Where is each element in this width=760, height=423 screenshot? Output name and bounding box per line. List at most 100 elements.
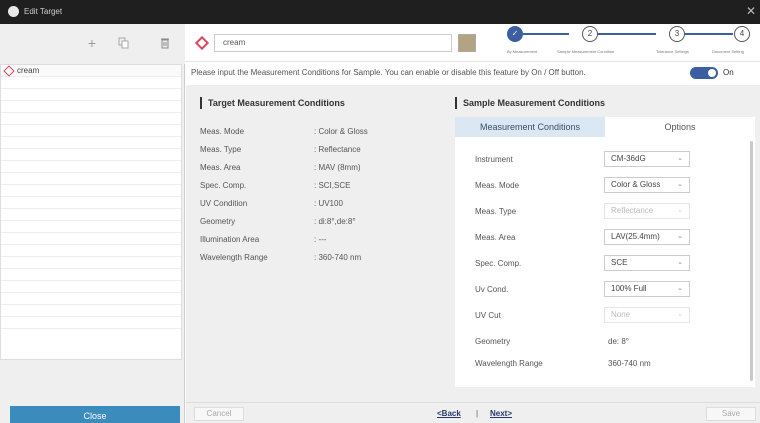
instruction-text: Please input the Measurement Conditions … <box>191 68 586 77</box>
list-item-empty <box>1 137 181 149</box>
form-label: UV Cut <box>475 311 501 320</box>
list-item-empty <box>1 77 181 89</box>
list-item-label: cream <box>17 66 40 75</box>
list-item-empty <box>1 125 181 137</box>
trash-icon[interactable] <box>155 34 175 52</box>
list-item-empty <box>1 89 181 101</box>
sample-diamond-icon <box>194 35 210 51</box>
step-3[interactable]: 3 <box>669 26 685 42</box>
list-item-empty <box>1 185 181 197</box>
chevron-down-icon: ⌄ <box>677 259 683 266</box>
form-label: Meas. Type <box>475 207 517 216</box>
list-item-empty <box>1 317 181 329</box>
instrument-select[interactable]: CM-36dG ⌄ <box>604 151 690 167</box>
wizard-steps: ✓ 2 3 4 By Measurement Sample Measuremen… <box>505 24 760 62</box>
next-link[interactable]: Next> <box>490 409 512 418</box>
title-bar: Edit Target ✕ <box>0 0 760 24</box>
step-3-label: Tolerance Settings <box>656 49 689 54</box>
select-value: LAV(25.4mm) <box>611 232 660 241</box>
step-connector <box>685 33 733 35</box>
chevron-down-icon: ⌄ <box>677 181 683 188</box>
close-button[interactable]: Close <box>10 406 180 423</box>
spec-comp-select[interactable]: SCE ⌄ <box>604 255 690 271</box>
list-item-empty <box>1 149 181 161</box>
footer-bar: Cancel <Back | Next> Save <box>186 402 760 423</box>
list-item-empty <box>1 269 181 281</box>
target-row-value: : --- <box>314 235 327 244</box>
list-item-empty <box>1 113 181 125</box>
tab-measurement-conditions[interactable]: Measurement Conditions <box>455 117 605 137</box>
uv-cond-select[interactable]: 100% Full ⌄ <box>604 281 690 297</box>
list-item[interactable]: cream <box>1 65 181 77</box>
geometry-value: de: 8° <box>608 337 629 346</box>
target-row-value: : Reflectance <box>314 145 361 154</box>
chevron-down-icon: ⌄ <box>677 207 683 214</box>
tab-options[interactable]: Options <box>605 117 755 137</box>
window-title: Edit Target <box>24 7 63 16</box>
nav-separator: | <box>476 409 479 418</box>
toggle-knob <box>708 69 716 77</box>
sidebar-toolbar: + <box>0 24 185 64</box>
list-item-empty <box>1 281 181 293</box>
form-label: Meas. Mode <box>475 181 520 190</box>
list-item-empty <box>1 245 181 257</box>
wavelength-value: 360-740 nm <box>608 359 651 368</box>
target-name-input[interactable]: cream <box>214 34 452 52</box>
list-item-empty <box>1 257 181 269</box>
select-value: Reflectance <box>611 206 654 215</box>
form-label: Wavelength Range <box>475 359 543 368</box>
app-icon <box>8 6 19 17</box>
list-item-empty <box>1 221 181 233</box>
step-4-label: Document Setting <box>712 49 744 54</box>
form-label: Spec. Comp. <box>475 259 522 268</box>
target-row-value: : 360-740 nm <box>314 253 362 262</box>
step-connector <box>523 33 569 35</box>
copy-icon[interactable] <box>114 34 134 52</box>
plus-icon[interactable]: + <box>82 34 102 52</box>
back-link[interactable]: <Back <box>437 409 461 418</box>
cancel-button[interactable]: Cancel <box>194 407 244 421</box>
enable-toggle[interactable] <box>690 67 718 79</box>
sample-conditions-title: Sample Measurement Conditions <box>455 97 605 109</box>
target-row-label: UV Condition <box>200 199 248 208</box>
form-scrollbar[interactable] <box>750 141 753 381</box>
target-list: cream <box>0 64 182 360</box>
list-item-empty <box>1 173 181 185</box>
step-2-label: Sample Measurement Condition <box>557 49 615 54</box>
target-row-label: Meas. Mode <box>200 127 245 136</box>
meas-type-select: Reflectance ⌄ <box>604 203 690 219</box>
form-label: Geometry <box>475 337 511 346</box>
list-item-empty <box>1 101 181 113</box>
target-row-value: : Color & Gloss <box>314 127 368 136</box>
list-item-empty <box>1 293 181 305</box>
sample-diamond-icon <box>3 65 15 77</box>
meas-area-select[interactable]: LAV(25.4mm) ⌄ <box>604 229 690 245</box>
form-label: Meas. Area <box>475 233 516 242</box>
main-content: Target Measurement Conditions Meas. Mode… <box>186 85 760 402</box>
window-close-icon[interactable]: ✕ <box>746 4 756 18</box>
list-item-empty <box>1 233 181 245</box>
sample-conditions-panel: Sample Measurement Conditions Measuremen… <box>455 89 755 389</box>
select-value: CM-36dG <box>611 154 646 163</box>
list-item-empty <box>1 161 181 173</box>
target-row-value: : di:8°,de:8° <box>314 217 356 226</box>
step-2[interactable]: 2 <box>582 26 598 42</box>
target-row-label: Meas. Area <box>200 163 241 172</box>
chevron-down-icon: ⌄ <box>677 233 683 240</box>
form-label: Instrument <box>475 155 513 164</box>
select-value: 100% Full <box>611 284 647 293</box>
save-button[interactable]: Save <box>706 407 756 421</box>
uv-cut-select: None ⌄ <box>604 307 690 323</box>
meas-mode-select[interactable]: Color & Gloss ⌄ <box>604 177 690 193</box>
target-row-label: Wavelength Range <box>200 253 268 262</box>
step-1-check-icon[interactable]: ✓ <box>507 26 523 42</box>
target-conditions-panel: Target Measurement Conditions Meas. Mode… <box>196 89 446 389</box>
list-item-empty <box>1 209 181 221</box>
target-row-value: : SCI,SCE <box>314 181 351 190</box>
form-label: Uv Cond. <box>475 285 509 294</box>
color-swatch <box>458 34 476 52</box>
step-connector <box>598 33 656 35</box>
list-item-empty <box>1 197 181 209</box>
measurement-form: Instrument CM-36dG ⌄ Meas. Mode Color & G… <box>455 137 755 387</box>
step-4[interactable]: 4 <box>734 26 750 42</box>
